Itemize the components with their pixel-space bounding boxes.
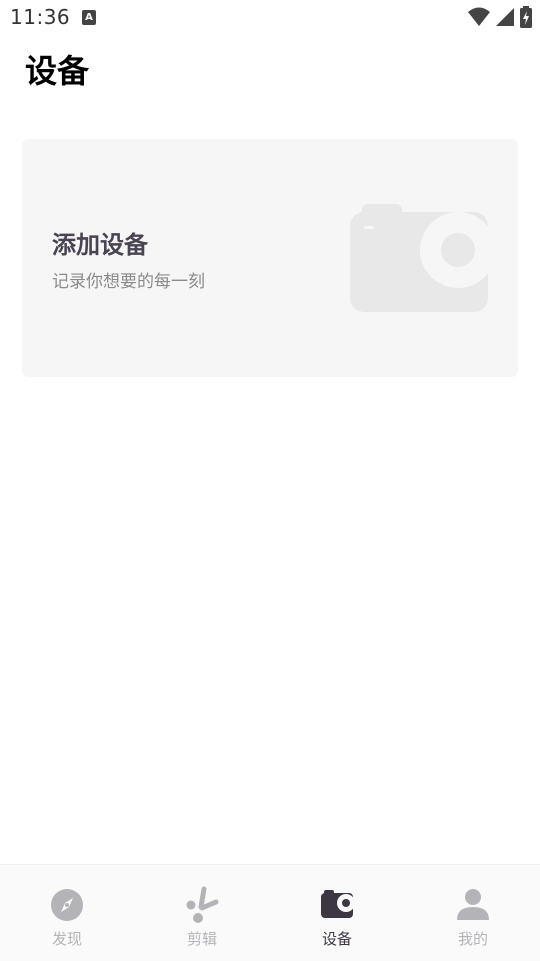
battery-icon <box>520 6 532 28</box>
page-title: 设备 <box>25 52 90 90</box>
camera-icon <box>321 890 355 918</box>
tab-discover[interactable]: 发现 <box>17 865 117 961</box>
status-icons <box>468 6 532 28</box>
tab-devices[interactable]: 设备 <box>287 865 387 961</box>
tab-profile-label: 我的 <box>457 930 488 948</box>
tab-devices-label: 设备 <box>321 930 352 948</box>
compass-icon <box>51 889 83 921</box>
add-device-card[interactable]: 添加设备 记录你想要的每一刻 <box>22 139 518 377</box>
card-subtitle: 记录你想要的每一刻 <box>52 272 205 292</box>
bottom-nav: 发现 剪辑 设备 我的 <box>0 864 540 961</box>
status-time: 11:36 <box>10 5 71 29</box>
wifi-icon <box>468 7 490 26</box>
camera-icon <box>350 204 490 312</box>
tab-edit[interactable]: 剪辑 <box>152 865 252 961</box>
status-bar: 11:36 A <box>0 0 540 36</box>
card-title: 添加设备 <box>52 231 148 259</box>
a-notification-icon: A <box>82 10 96 25</box>
tab-profile[interactable]: 我的 <box>423 865 523 961</box>
tab-discover-label: 发现 <box>51 930 82 948</box>
tab-edit-label: 剪辑 <box>186 930 217 948</box>
person-icon <box>457 889 489 920</box>
scissors-icon <box>186 886 219 923</box>
signal-icon <box>496 8 514 26</box>
